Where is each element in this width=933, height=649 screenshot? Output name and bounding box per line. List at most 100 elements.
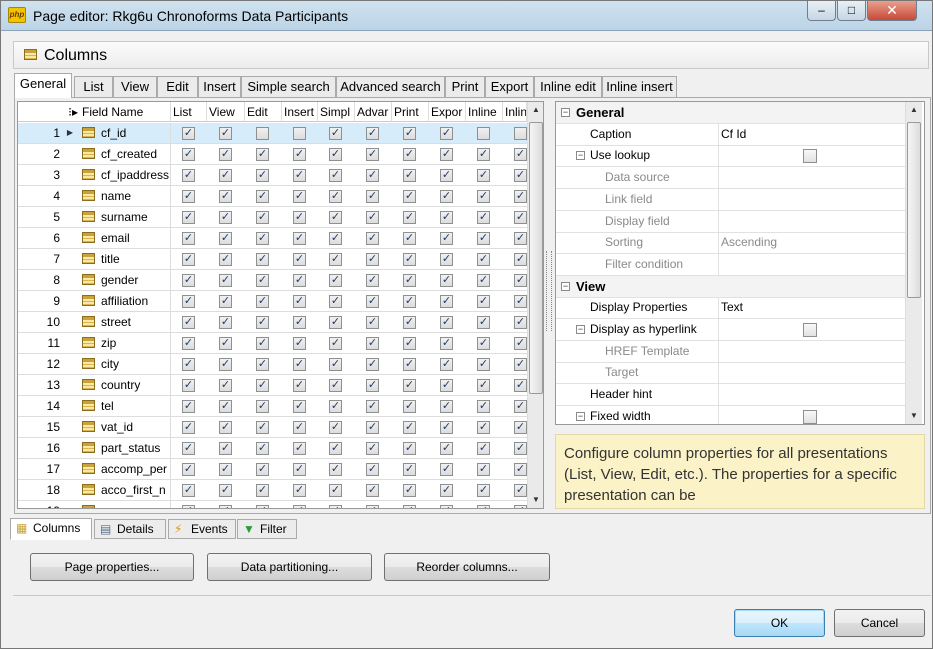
presentation-checkbox[interactable]: ✓: [366, 379, 379, 392]
presentation-checkbox[interactable]: ✓: [219, 190, 232, 203]
presentation-checkbox[interactable]: ✓: [182, 358, 195, 371]
presentation-checkbox[interactable]: ✓: [403, 253, 416, 266]
presentation-checkbox[interactable]: ✓: [403, 421, 416, 434]
presentation-checkbox[interactable]: ✓: [293, 148, 306, 161]
presentation-checkbox[interactable]: ✓: [182, 169, 195, 182]
presentation-checkbox[interactable]: ✓: [256, 484, 269, 497]
presentation-checkbox[interactable]: ✓: [366, 211, 379, 224]
property-value[interactable]: [719, 362, 905, 383]
grid-column-header[interactable]: View: [207, 102, 245, 122]
scroll-up-icon[interactable]: ▲: [528, 102, 543, 118]
panel-splitter[interactable]: [546, 251, 552, 331]
table-row[interactable]: 17 accomp_per ✓ ✓ ✓ ✓ ✓ ✓ ✓ ✓ ✓ ✓: [18, 459, 527, 480]
table-row[interactable]: 15 vat_id ✓ ✓ ✓ ✓ ✓ ✓ ✓ ✓ ✓ ✓: [18, 417, 527, 438]
grid-column-header[interactable]: Insert: [282, 102, 318, 122]
presentation-checkbox[interactable]: ✓: [219, 316, 232, 329]
presentation-checkbox[interactable]: ✓: [182, 253, 195, 266]
presentation-checkbox[interactable]: ✓: [329, 484, 342, 497]
presentation-checkbox[interactable]: ✓: [477, 253, 490, 266]
presentation-checkbox[interactable]: ✓: [514, 190, 527, 203]
presentation-checkbox[interactable]: ✓: [514, 484, 527, 497]
property-value[interactable]: [719, 254, 905, 275]
presentation-checkbox[interactable]: [293, 127, 306, 140]
presentation-checkbox[interactable]: ✓: [329, 232, 342, 245]
table-row[interactable]: 7 title ✓ ✓ ✓ ✓ ✓ ✓ ✓ ✓ ✓ ✓: [18, 249, 527, 270]
presentation-checkbox[interactable]: ✓: [403, 190, 416, 203]
presentation-checkbox[interactable]: ✓: [182, 379, 195, 392]
presentation-checkbox[interactable]: ✓: [256, 169, 269, 182]
presentation-checkbox[interactable]: ✓: [219, 295, 232, 308]
minimize-button[interactable]: –: [807, 1, 836, 21]
presentation-checkbox[interactable]: [477, 127, 490, 140]
presentation-checkbox[interactable]: ✓: [293, 421, 306, 434]
property-row[interactable]: Header hint: [556, 384, 905, 407]
property-category[interactable]: − General: [556, 102, 905, 124]
table-row[interactable]: 1 ▶ cf_id ✓ ✓ ✓ ✓ ✓ ✓: [18, 123, 527, 144]
presentation-checkbox[interactable]: ✓: [440, 253, 453, 266]
table-row[interactable]: 12 city ✓ ✓ ✓ ✓ ✓ ✓ ✓ ✓ ✓ ✓: [18, 354, 527, 375]
tab-view[interactable]: View: [113, 76, 157, 97]
presentation-checkbox[interactable]: ✓: [403, 442, 416, 455]
property-row[interactable]: − Fixed width: [556, 405, 905, 424]
presentation-checkbox[interactable]: ✓: [440, 211, 453, 224]
presentation-checkbox[interactable]: ✓: [293, 211, 306, 224]
presentation-checkbox[interactable]: ✓: [477, 211, 490, 224]
presentation-checkbox[interactable]: ✓: [440, 379, 453, 392]
presentation-checkbox[interactable]: ✓: [256, 463, 269, 476]
presentation-checkbox[interactable]: ✓: [440, 505, 453, 508]
presentation-checkbox[interactable]: ✓: [219, 253, 232, 266]
presentation-checkbox[interactable]: ✓: [514, 232, 527, 245]
cancel-button[interactable]: Cancel: [834, 609, 925, 637]
property-value[interactable]: Cf Id: [719, 124, 905, 145]
presentation-checkbox[interactable]: ✓: [256, 358, 269, 371]
property-checkbox[interactable]: [803, 409, 817, 424]
tab-edit[interactable]: Edit: [157, 76, 198, 97]
property-value[interactable]: [719, 211, 905, 232]
presentation-checkbox[interactable]: ✓: [440, 400, 453, 413]
property-category[interactable]: − View: [556, 275, 905, 298]
field-name-cell[interactable]: cf_id: [80, 123, 171, 144]
table-row[interactable]: 14 tel ✓ ✓ ✓ ✓ ✓ ✓ ✓ ✓ ✓ ✓: [18, 396, 527, 417]
presentation-checkbox[interactable]: ✓: [440, 442, 453, 455]
presentation-checkbox[interactable]: ✓: [329, 190, 342, 203]
presentation-checkbox[interactable]: ✓: [219, 379, 232, 392]
table-row[interactable]: 9 affiliation ✓ ✓ ✓ ✓ ✓ ✓ ✓ ✓ ✓ ✓: [18, 291, 527, 312]
bottom-tab-columns[interactable]: ▦ Columns: [10, 518, 92, 540]
presentation-checkbox[interactable]: ✓: [403, 148, 416, 161]
property-row[interactable]: Caption Cf Id: [556, 123, 905, 146]
presentation-checkbox[interactable]: ✓: [477, 358, 490, 371]
presentation-checkbox[interactable]: ✓: [329, 421, 342, 434]
presentation-checkbox[interactable]: ✓: [514, 295, 527, 308]
presentation-checkbox[interactable]: ✓: [293, 232, 306, 245]
data-partitioning-button[interactable]: Data partitioning...: [207, 553, 372, 581]
field-name-cell[interactable]: vat_id: [80, 417, 171, 438]
presentation-checkbox[interactable]: ✓: [403, 400, 416, 413]
presentation-checkbox[interactable]: ✓: [366, 316, 379, 329]
field-name-cell[interactable]: cf_ipaddress: [80, 165, 171, 186]
presentation-checkbox[interactable]: ✓: [293, 484, 306, 497]
presentation-checkbox[interactable]: ✓: [256, 379, 269, 392]
presentation-checkbox[interactable]: ✓: [440, 463, 453, 476]
title-bar[interactable]: php Page editor: Rkg6u Chronoforms Data …: [1, 1, 932, 31]
table-row[interactable]: 6 email ✓ ✓ ✓ ✓ ✓ ✓ ✓ ✓ ✓ ✓: [18, 228, 527, 249]
table-row[interactable]: 19 acco_surnar ✓ ✓ ✓ ✓ ✓ ✓ ✓ ✓ ✓ ✓: [18, 501, 527, 508]
presentation-checkbox[interactable]: ✓: [514, 358, 527, 371]
presentation-checkbox[interactable]: ✓: [440, 148, 453, 161]
presentation-checkbox[interactable]: ✓: [219, 337, 232, 350]
grid-vertical-scrollbar[interactable]: ▲ ▼: [527, 102, 543, 508]
presentation-checkbox[interactable]: ✓: [182, 190, 195, 203]
property-checkbox[interactable]: [803, 323, 817, 337]
presentation-checkbox[interactable]: ✓: [293, 358, 306, 371]
tab-advanced-search[interactable]: Advanced search: [336, 76, 445, 97]
bottom-tab-events[interactable]: ⚡ Events: [168, 519, 236, 539]
presentation-checkbox[interactable]: ✓: [219, 505, 232, 508]
presentation-checkbox[interactable]: ✓: [293, 169, 306, 182]
presentation-checkbox[interactable]: ✓: [293, 316, 306, 329]
presentation-checkbox[interactable]: ✓: [366, 253, 379, 266]
presentation-checkbox[interactable]: ✓: [514, 337, 527, 350]
presentation-checkbox[interactable]: ✓: [182, 211, 195, 224]
presentation-checkbox[interactable]: ✓: [514, 400, 527, 413]
presentation-checkbox[interactable]: ✓: [440, 316, 453, 329]
tab-general[interactable]: General: [14, 73, 72, 98]
presentation-checkbox[interactable]: ✓: [182, 463, 195, 476]
